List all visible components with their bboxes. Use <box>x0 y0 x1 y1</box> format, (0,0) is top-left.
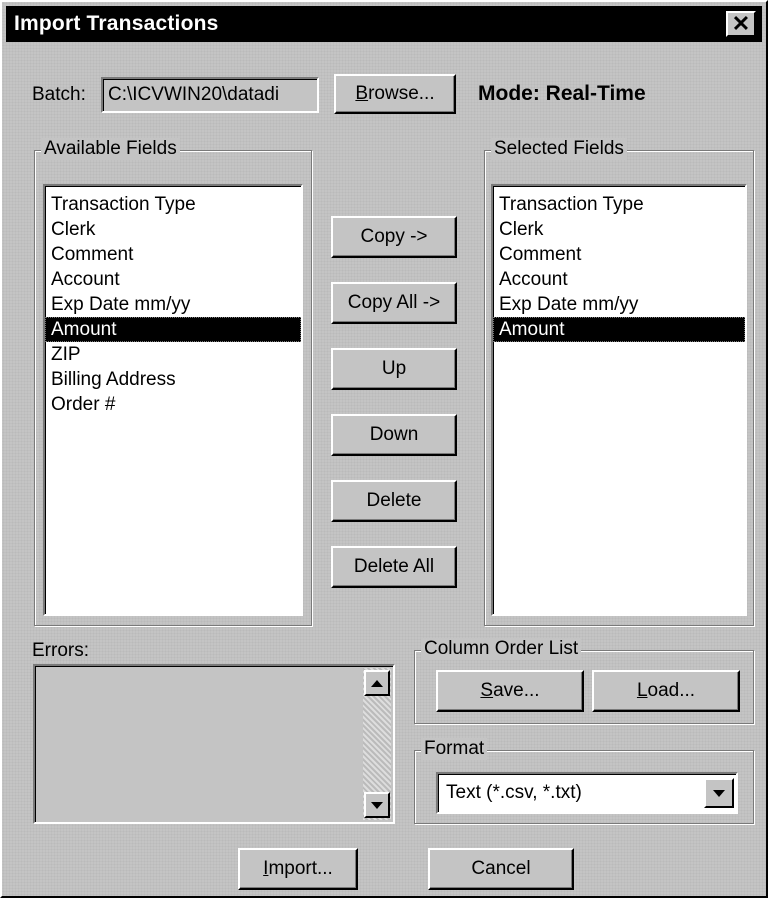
up-button-label: Up <box>381 358 407 379</box>
batch-label: Batch: <box>32 84 86 105</box>
up-button[interactable]: Up <box>331 348 457 390</box>
available-list-item[interactable]: Order # <box>45 392 301 417</box>
browse-button[interactable]: Browse... <box>334 74 456 114</box>
errors-scrollbar[interactable] <box>363 668 391 820</box>
format-dropdown-button[interactable] <box>704 778 734 808</box>
available-list-item[interactable]: ZIP <box>45 342 301 367</box>
selected-list-item[interactable]: Transaction Type <box>493 192 745 217</box>
delete-all-button-label: Delete All <box>353 556 435 577</box>
close-icon: ✕ <box>731 11 751 36</box>
browse-button-label: Browse... <box>355 83 435 104</box>
load-button[interactable]: Load... <box>592 670 740 712</box>
available-fields-title: Available Fields <box>41 138 180 160</box>
chevron-down-icon <box>713 789 725 797</box>
selected-list-item[interactable]: Comment <box>493 242 745 267</box>
errors-textarea[interactable] <box>33 664 395 824</box>
scroll-down-button[interactable] <box>364 792 390 818</box>
import-transactions-dialog: Import Transactions ✕ Batch: C:\ICVWIN20… <box>0 0 768 898</box>
down-button-label: Down <box>369 424 419 445</box>
batch-path-field[interactable]: C:\ICVWIN20\datadi <box>101 77 319 113</box>
import-button-label: Import... <box>263 858 333 879</box>
load-button-label: Load... <box>636 680 696 701</box>
save-button-label: Save... <box>480 680 540 701</box>
delete-all-button[interactable]: Delete All <box>331 546 457 588</box>
selected-fields-title: Selected Fields <box>491 138 627 160</box>
batch-path-value: C:\ICVWIN20\datadi <box>108 84 280 105</box>
available-list-item[interactable]: Amount <box>45 317 301 342</box>
column-order-title: Column Order List <box>421 638 582 660</box>
copy-button-label: Copy -> <box>360 226 428 247</box>
available-list-item[interactable]: Clerk <box>45 217 301 242</box>
close-button[interactable]: ✕ <box>726 11 756 37</box>
selected-list-item[interactable]: Amount <box>493 317 745 342</box>
format-title: Format <box>421 738 488 760</box>
cancel-button[interactable]: Cancel <box>428 848 574 890</box>
scroll-down-icon <box>371 801 383 809</box>
copy-all-button-label: Copy All -> <box>347 292 441 313</box>
selected-list-item[interactable]: Account <box>493 267 745 292</box>
available-list-item[interactable]: Billing Address <box>45 367 301 392</box>
available-list-item[interactable]: Comment <box>45 242 301 267</box>
dialog-title: Import Transactions <box>14 12 219 35</box>
format-selected-value: Text (*.csv, *.txt) <box>446 782 582 803</box>
available-list-item[interactable]: Transaction Type <box>45 192 301 217</box>
save-button[interactable]: Save... <box>436 670 584 712</box>
scroll-up-icon <box>371 679 383 687</box>
cancel-button-label: Cancel <box>471 858 531 879</box>
copy-all-button[interactable]: Copy All -> <box>331 282 457 324</box>
available-list-item[interactable]: Exp Date mm/yy <box>45 292 301 317</box>
available-fields-list[interactable]: Transaction Type Clerk Comment Account Exp D… <box>43 184 303 616</box>
import-button[interactable]: Import... <box>238 848 358 890</box>
delete-button[interactable]: Delete <box>331 480 457 522</box>
selected-list-item[interactable]: Exp Date mm/yy <box>493 292 745 317</box>
errors-label: Errors: <box>32 640 89 661</box>
selected-fields-list[interactable]: Transaction Type Clerk Comment Account Exp D… <box>491 184 747 616</box>
down-button[interactable]: Down <box>331 414 457 456</box>
format-select[interactable]: Text (*.csv, *.txt) <box>436 772 738 814</box>
mode-indicator: Mode: Real-Time <box>478 82 646 105</box>
copy-button[interactable]: Copy -> <box>331 216 457 258</box>
title-bar[interactable]: Import Transactions ✕ <box>6 6 762 42</box>
selected-list-item[interactable]: Clerk <box>493 217 745 242</box>
scroll-up-button[interactable] <box>364 670 390 696</box>
available-list-item[interactable]: Account <box>45 267 301 292</box>
delete-button-label: Delete <box>366 490 422 511</box>
